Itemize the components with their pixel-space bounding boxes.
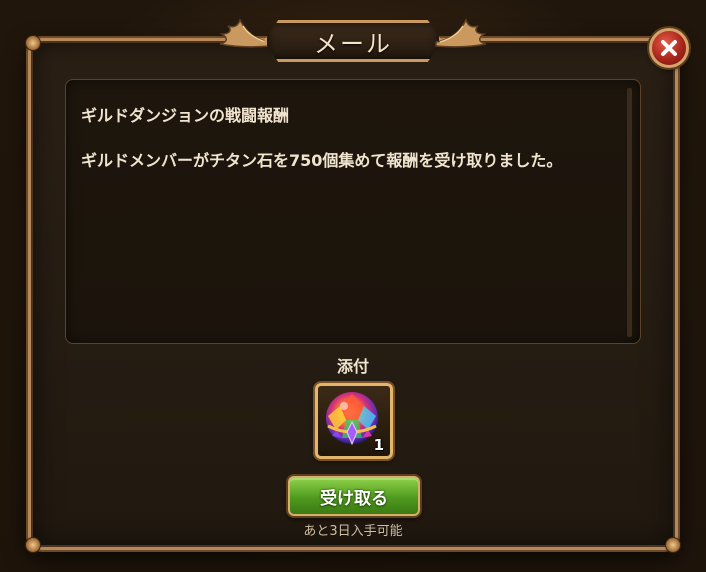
dialog-title: メール <box>314 29 392 58</box>
attachment-label: 添付 <box>336 357 369 376</box>
expiration-note: あと3日入手可能 <box>303 524 403 539</box>
message-body: ギルドメンバーがチタン石を750個集めて報酬を受け取りました。 <box>81 151 563 170</box>
title-banner: メール <box>264 20 442 62</box>
message-panel[interactable]: ギルドダンジョンの戦闘報酬 ギルドメンバーがチタン石を750個集めて報酬を受け取… <box>65 79 641 344</box>
close-button[interactable] <box>649 28 689 68</box>
scrollbar-thumb[interactable] <box>627 88 632 337</box>
frame-corner-ornament <box>25 537 41 553</box>
game-screen: メール ギルドダンジョンの戦闘報酬 ギルドメンバーがチタン石を750個集めて報酬… <box>0 0 706 572</box>
receive-button-label: 受け取る <box>320 488 388 509</box>
frame-corner-ornament <box>25 35 41 51</box>
message-subject: ギルドダンジョンの戦闘報酬 <box>81 106 290 125</box>
title-header: メール <box>216 8 490 66</box>
attachment-item-slot[interactable]: 1 <box>315 383 393 459</box>
frame-corner-ornament <box>665 537 681 553</box>
receive-button[interactable]: 受け取る <box>288 476 420 516</box>
item-quantity: 1 <box>373 436 384 454</box>
wing-ornament-icon <box>435 18 487 48</box>
close-icon <box>661 40 677 56</box>
wing-ornament-icon <box>219 18 271 48</box>
message-scrollbar[interactable] <box>627 88 632 337</box>
